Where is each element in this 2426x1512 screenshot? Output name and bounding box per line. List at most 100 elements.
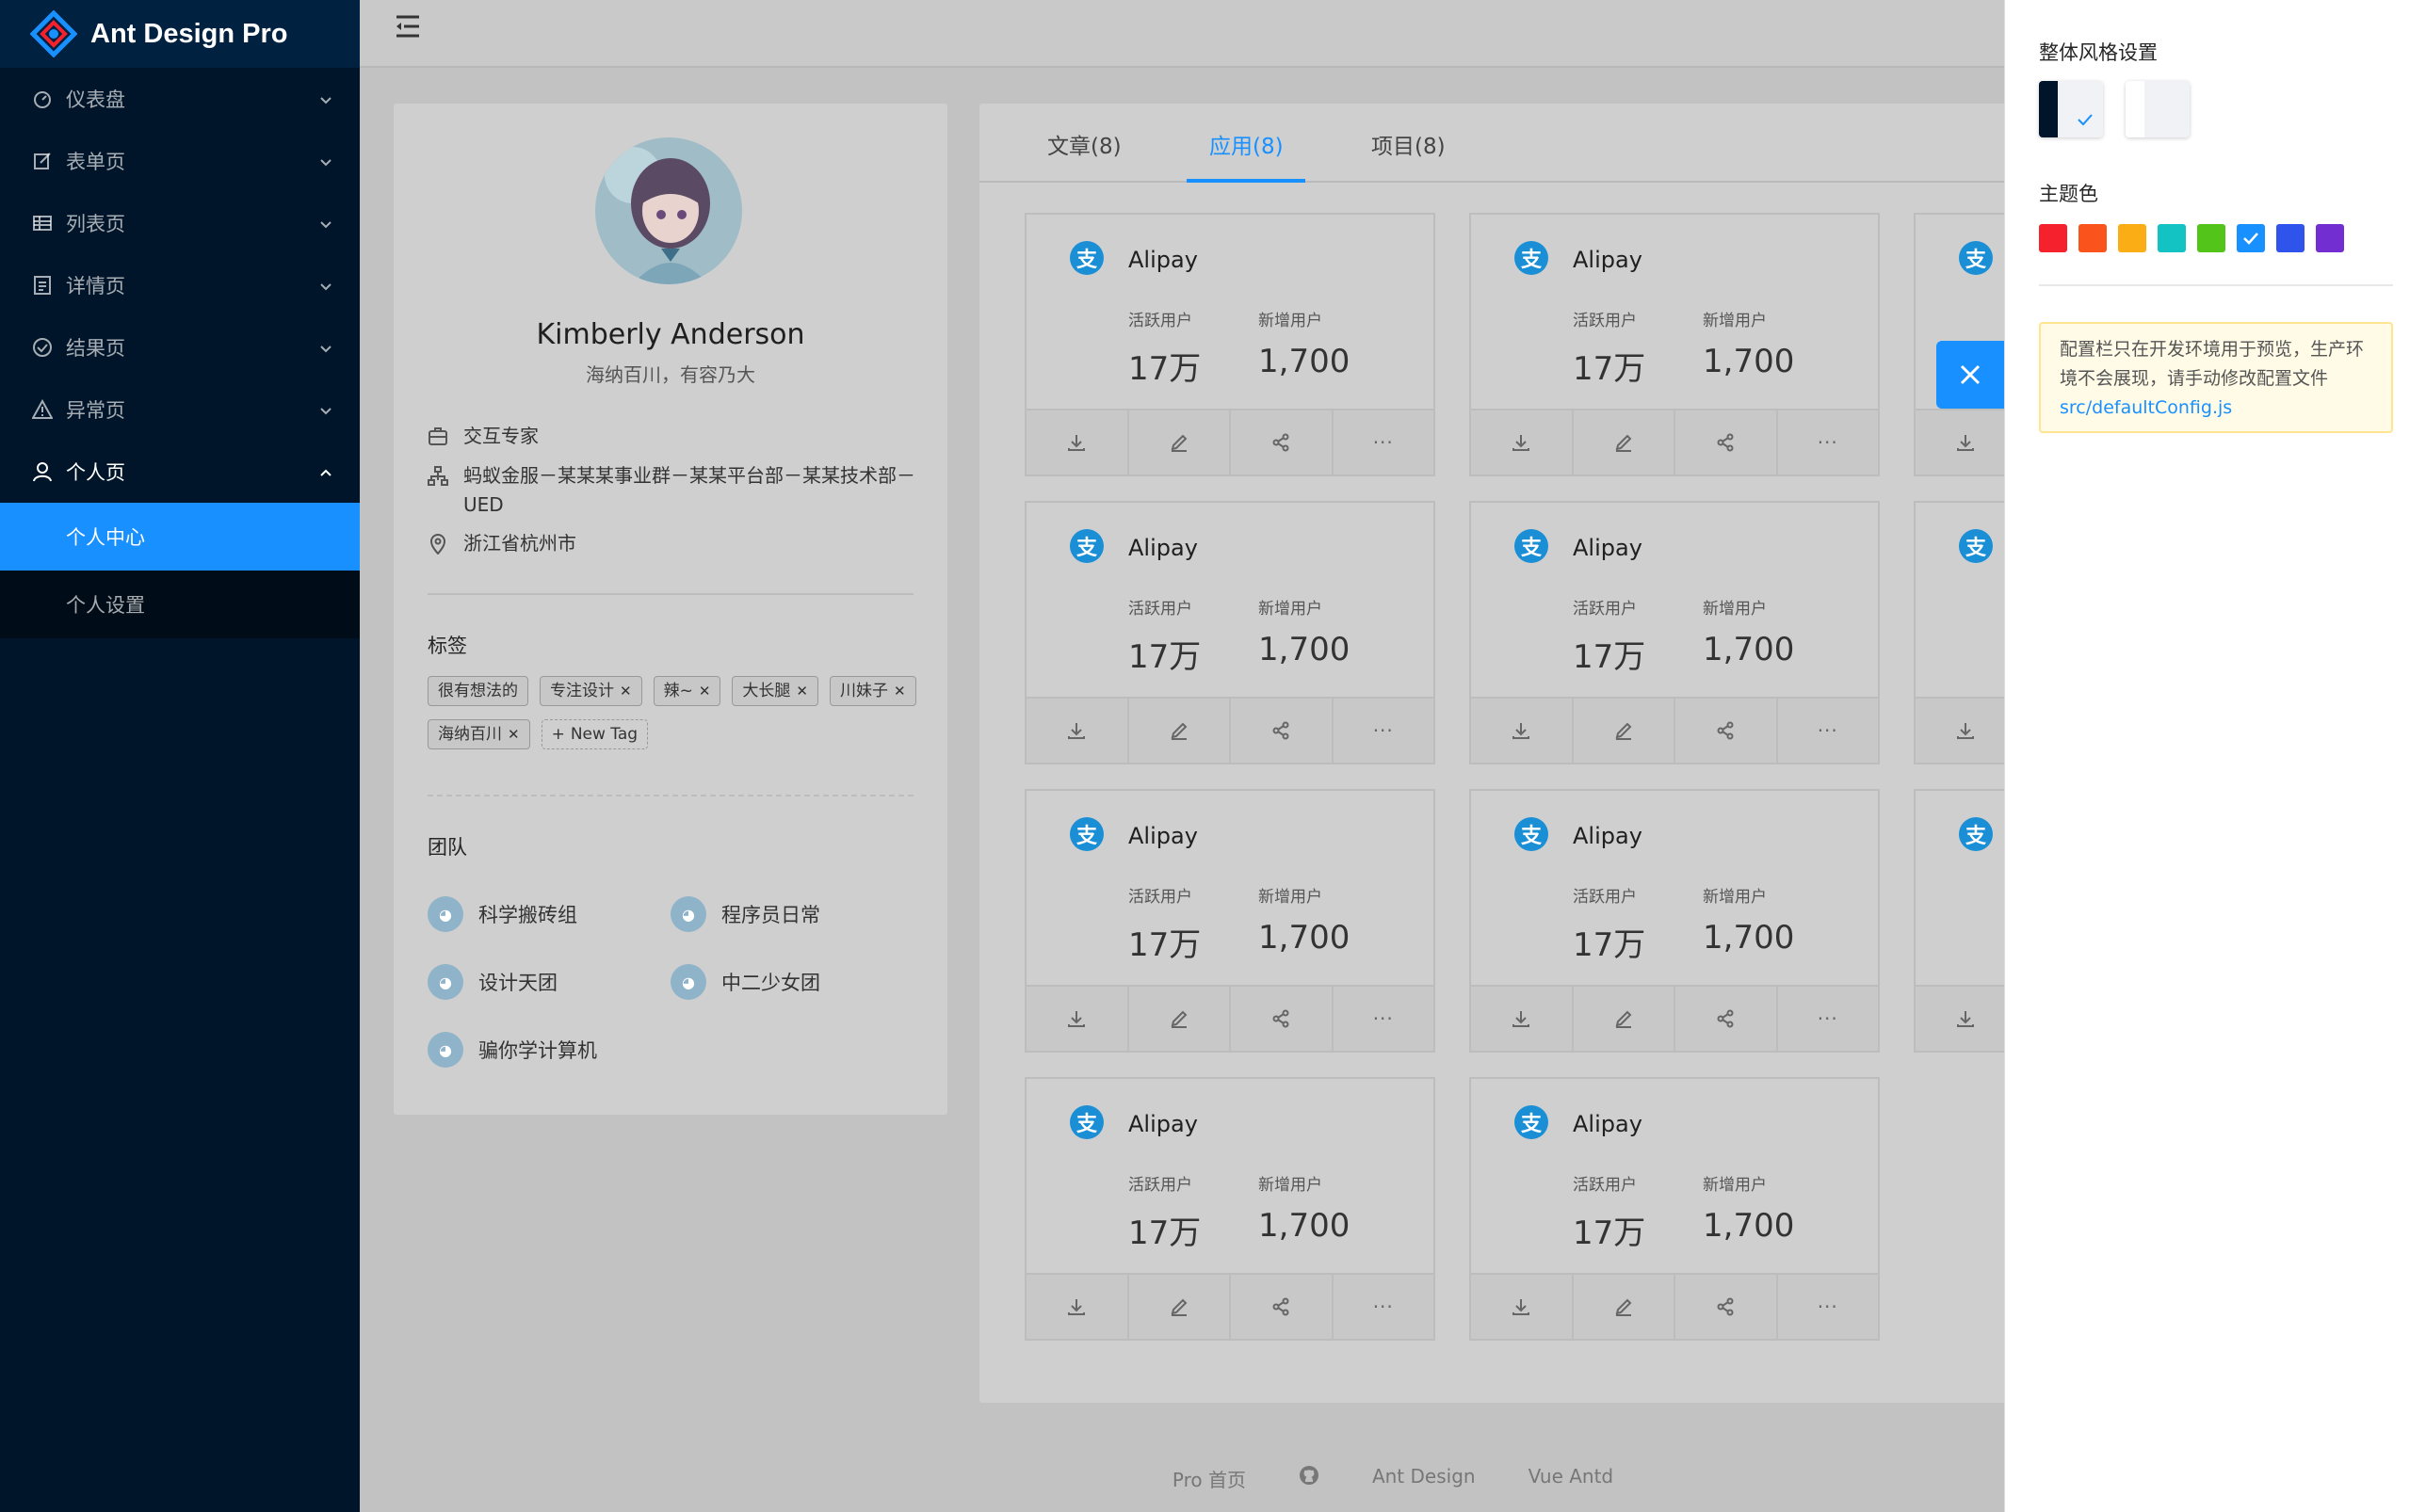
edit-button[interactable] [1574, 410, 1675, 475]
sidebar-item-user[interactable]: 个人页 [0, 441, 360, 503]
edit-button[interactable] [1574, 1275, 1675, 1339]
logo[interactable]: Ant Design Pro [0, 0, 360, 68]
active-users-label: 活跃用户 [1128, 888, 1192, 907]
team-item[interactable]: ◕ 设计天团 [428, 964, 558, 1000]
theme-color-swatch[interactable] [2158, 224, 2186, 252]
card-title[interactable]: Alipay [1573, 1111, 1642, 1137]
edit-button[interactable] [1129, 987, 1231, 1051]
team-item[interactable]: ◕ 中二少女团 [671, 964, 820, 1000]
download-button[interactable] [1471, 699, 1574, 763]
sidebar-subitem-center[interactable]: 个人中心 [0, 503, 360, 571]
more-button[interactable]: ··· [1334, 410, 1434, 475]
card-title[interactable]: Alipay [1128, 1111, 1198, 1137]
ellipsis-icon: ··· [1372, 431, 1394, 454]
card-title[interactable]: Alipay [1128, 247, 1198, 273]
theme-color-swatch[interactable] [2197, 224, 2225, 252]
close-icon[interactable]: ✕ [894, 677, 906, 705]
more-button[interactable]: ··· [1334, 1275, 1434, 1339]
more-button[interactable]: ··· [1778, 410, 1879, 475]
edit-button[interactable] [1129, 410, 1231, 475]
more-button[interactable]: ··· [1334, 699, 1434, 763]
close-icon[interactable]: ✕ [620, 677, 632, 705]
app-card[interactable]: 支 Alipay 活跃用户 17万 新增用户 1,700 ··· [1025, 213, 1435, 476]
theme-color-swatch[interactable] [2316, 224, 2344, 252]
theme-color-swatch[interactable] [2039, 224, 2067, 252]
share-button[interactable] [1675, 410, 1778, 475]
tag[interactable]: 专注设计 ✕ [540, 676, 642, 706]
share-button[interactable] [1231, 1275, 1334, 1339]
edit-button[interactable] [1574, 699, 1675, 763]
share-button[interactable] [1675, 699, 1778, 763]
sidebar-item-list[interactable]: 列表页 [0, 192, 360, 254]
app-card[interactable]: 支 Alipay 活跃用户 17万 新增用户 1,700 ··· [1025, 789, 1435, 1053]
theme-color-swatch[interactable] [2276, 224, 2305, 252]
share-button[interactable] [1231, 987, 1334, 1051]
team-item[interactable]: ◕ 科学搬砖组 [428, 896, 577, 932]
app-card[interactable]: 支 Alipay 活跃用户 17万 新增用户 1,700 ··· [1469, 1077, 1880, 1341]
sidebar-subitem-settings[interactable]: 个人设置 [0, 571, 360, 638]
share-button[interactable] [1675, 987, 1778, 1051]
card-title[interactable]: Alipay [1573, 247, 1642, 273]
footer-link-pro[interactable]: Pro 首页 [1173, 1465, 1246, 1492]
more-button[interactable]: ··· [1778, 987, 1879, 1051]
edit-button[interactable] [1129, 699, 1231, 763]
sidebar-item-profile[interactable]: 详情页 [0, 254, 360, 316]
card-title[interactable]: Alipay [1128, 535, 1198, 561]
tab-applications[interactable]: 应用(8) [1209, 128, 1284, 160]
theme-color-swatch[interactable] [2118, 224, 2146, 252]
drawer-close-button[interactable] [1936, 341, 2004, 409]
sidebar-item-dashboard[interactable]: 仪表盘 [0, 68, 360, 130]
sidebar-item-form[interactable]: 表单页 [0, 130, 360, 192]
app-card[interactable]: 支 Alipay 活跃用户 17万 新增用户 1,700 ··· [1025, 501, 1435, 764]
more-button[interactable]: ··· [1778, 699, 1879, 763]
new-tag-button[interactable]: + New Tag [541, 719, 649, 749]
sidebar-item-exception[interactable]: 异常页 [0, 378, 360, 441]
download-button[interactable] [1027, 1275, 1129, 1339]
download-button[interactable] [1027, 699, 1129, 763]
download-button[interactable] [1027, 410, 1129, 475]
app-card[interactable]: 支 Alipay 活跃用户 17万 新增用户 1,700 ··· [1025, 1077, 1435, 1341]
card-title[interactable]: Alipay [1128, 823, 1198, 849]
sidebar-item-result[interactable]: 结果页 [0, 316, 360, 378]
download-button[interactable] [1471, 1275, 1574, 1339]
download-button[interactable] [1027, 987, 1129, 1051]
footer-link-antd[interactable]: Ant Design [1372, 1465, 1476, 1492]
close-icon[interactable]: ✕ [508, 720, 520, 748]
config-file-link[interactable]: src/defaultConfig.js [2060, 397, 2232, 418]
app-card[interactable]: 支 Alipay 活跃用户 17万 新增用户 1,700 ··· [1469, 501, 1880, 764]
github-icon[interactable] [1299, 1465, 1319, 1492]
tag[interactable]: 很有想法的 [428, 676, 528, 706]
more-button[interactable]: ··· [1778, 1275, 1879, 1339]
close-icon[interactable]: ✕ [699, 677, 711, 705]
download-button[interactable] [1916, 410, 2018, 475]
tag[interactable]: 海纳百川 ✕ [428, 719, 530, 749]
tag[interactable]: 辣~ ✕ [653, 676, 721, 706]
menu-fold-icon[interactable] [394, 13, 422, 40]
download-button[interactable] [1916, 987, 2018, 1051]
team-item[interactable]: ◕ 骗你学计算机 [428, 1032, 597, 1068]
download-button[interactable] [1471, 987, 1574, 1051]
tab-projects[interactable]: 项目(8) [1371, 128, 1446, 160]
team-item[interactable]: ◕ 程序员日常 [671, 896, 820, 932]
download-button[interactable] [1471, 410, 1574, 475]
theme-color-swatch[interactable] [2078, 224, 2107, 252]
more-button[interactable]: ··· [1334, 987, 1434, 1051]
tag[interactable]: 川妹子 ✕ [829, 676, 916, 706]
download-button[interactable] [1916, 699, 2018, 763]
share-button[interactable] [1231, 699, 1334, 763]
share-button[interactable] [1231, 410, 1334, 475]
footer-link-vue-antd[interactable]: Vue Antd [1528, 1465, 1614, 1492]
edit-button[interactable] [1574, 987, 1675, 1051]
tab-articles[interactable]: 文章(8) [1047, 128, 1122, 160]
close-icon[interactable]: ✕ [796, 677, 808, 705]
edit-button[interactable] [1129, 1275, 1231, 1339]
dark-style-option[interactable] [2039, 81, 2103, 137]
card-title[interactable]: Alipay [1573, 823, 1642, 849]
theme-color-swatch[interactable] [2237, 224, 2265, 252]
tag[interactable]: 大长腿 ✕ [732, 676, 818, 706]
share-button[interactable] [1675, 1275, 1778, 1339]
card-title[interactable]: Alipay [1573, 535, 1642, 561]
app-card[interactable]: 支 Alipay 活跃用户 17万 新增用户 1,700 ··· [1469, 213, 1880, 476]
light-style-option[interactable] [2126, 81, 2190, 137]
app-card[interactable]: 支 Alipay 活跃用户 17万 新增用户 1,700 ··· [1469, 789, 1880, 1053]
